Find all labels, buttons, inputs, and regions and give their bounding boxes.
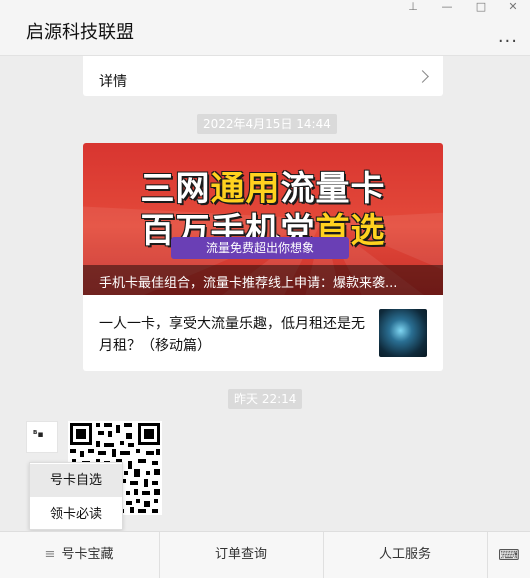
- minimize-icon[interactable]: —: [432, 0, 462, 16]
- maximize-icon[interactable]: □: [466, 0, 496, 16]
- article-main-title[interactable]: 手机卡最佳组合，流量卡推荐线上申请：爆款来袭...: [99, 272, 429, 291]
- caption-bar: 手机卡最佳组合，流量卡推荐线上申请：爆款来袭...: [83, 265, 443, 295]
- menu-icon: ≡: [44, 547, 56, 562]
- more-options-button[interactable]: ...: [498, 26, 518, 47]
- popup-menu: 号卡自选 领卡必读: [29, 462, 123, 530]
- menu-tab-number-treasure[interactable]: ≡ 号卡宝藏: [0, 532, 158, 578]
- bottom-menu-bar: ≡ 号卡宝藏 订单查询 人工服务 ⌨: [0, 531, 530, 578]
- banner-ribbon: 流量免费超出你想象: [171, 237, 349, 259]
- timestamp-pill: 昨天 22:14: [228, 389, 303, 409]
- detail-card[interactable]: 详情: [83, 56, 443, 96]
- article-thumbnail[interactable]: [379, 309, 427, 357]
- close-icon[interactable]: ✕: [498, 0, 528, 16]
- detail-label: 详情: [99, 74, 127, 90]
- timestamp-pill: 2022年4月15日 14:44: [197, 114, 337, 134]
- article-banner[interactable]: 三网通用流量卡 百万手机党首选 流量免费超出你想象 手机卡最佳组合，流量卡推荐线…: [83, 143, 443, 295]
- pin-icon[interactable]: ⊥: [398, 0, 428, 16]
- article-card[interactable]: 三网通用流量卡 百万手机党首选 流量免费超出你想象 手机卡最佳组合，流量卡推荐线…: [83, 143, 443, 371]
- menu-tab-customer-service[interactable]: 人工服务: [323, 532, 486, 578]
- chevron-right-icon: [416, 70, 429, 83]
- menu-tab-order-query[interactable]: 订单查询: [159, 532, 322, 578]
- title-bar: 启源科技联盟 ⊥ — □ ✕ ...: [0, 0, 530, 56]
- keyboard-icon[interactable]: ⌨: [487, 532, 530, 578]
- avatar[interactable]: ᴮ▪: [26, 421, 58, 453]
- article-sub-title[interactable]: 一人一卡，享受大流量乐趣，低月租还是无月租？（移动篇）: [99, 313, 369, 357]
- chat-title: 启源科技联盟: [26, 22, 134, 43]
- popup-item-number-selection[interactable]: 号卡自选: [30, 464, 122, 497]
- popup-item-card-guide[interactable]: 领卡必读: [30, 498, 122, 531]
